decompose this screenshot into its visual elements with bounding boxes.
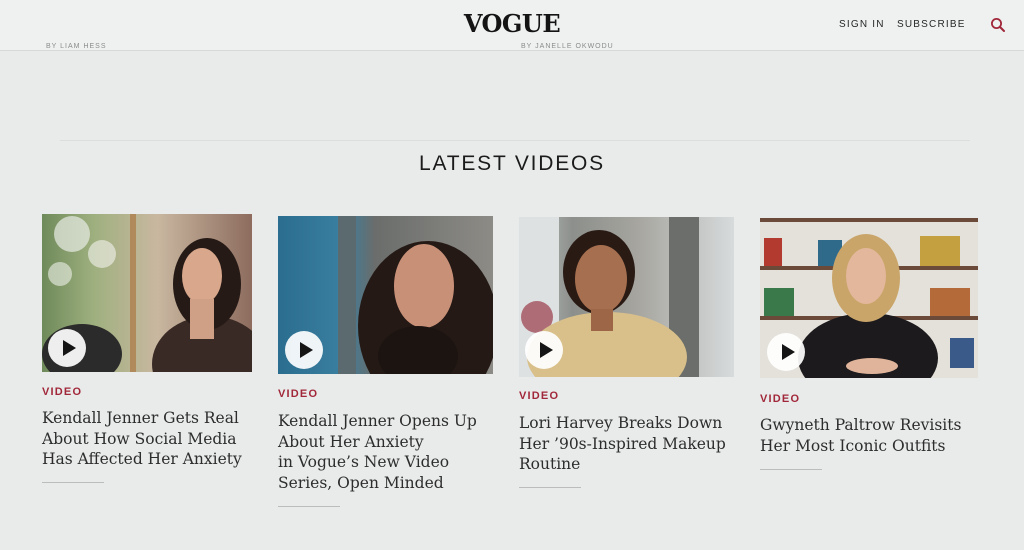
section-title: LATEST VIDEOS: [418, 152, 605, 175]
section-divider: [60, 140, 970, 141]
video-label: VIDEO: [519, 390, 560, 402]
video-headline[interactable]: Kendall Jenner Opens Up About Her Anxiet…: [278, 411, 503, 493]
video-headline[interactable]: Lori Harvey Breaks Down Her ’90s-Inspire…: [519, 413, 744, 475]
article-byline[interactable]: BY LIAM HESS: [46, 43, 107, 50]
video-headline[interactable]: Kendall Jenner Gets Real About How Socia…: [42, 408, 262, 470]
video-thumbnail[interactable]: [760, 218, 978, 378]
video-thumbnail[interactable]: [42, 214, 252, 372]
card-divider: [519, 487, 581, 488]
video-thumbnail[interactable]: [278, 216, 493, 374]
card-divider: [760, 469, 822, 470]
video-headline[interactable]: Gwyneth Paltrow Revisits Her Most Iconic…: [760, 415, 985, 456]
article-byline[interactable]: BY JANELLE OKWODU: [521, 43, 614, 50]
play-button[interactable]: [525, 331, 563, 369]
play-button[interactable]: [767, 333, 805, 371]
site-header: VOGUE SIGN IN SUBSCRIBE: [0, 0, 1024, 51]
play-button[interactable]: [48, 329, 86, 367]
subscribe-link[interactable]: SUBSCRIBE: [897, 19, 966, 30]
video-label: VIDEO: [278, 388, 319, 400]
video-thumbnail[interactable]: [519, 217, 734, 377]
play-button[interactable]: [285, 331, 323, 369]
search-icon[interactable]: [990, 17, 1006, 33]
video-label: VIDEO: [760, 393, 801, 405]
video-label: VIDEO: [42, 386, 83, 398]
card-divider: [278, 506, 340, 507]
sign-in-link[interactable]: SIGN IN: [839, 19, 885, 30]
card-divider: [42, 482, 104, 483]
